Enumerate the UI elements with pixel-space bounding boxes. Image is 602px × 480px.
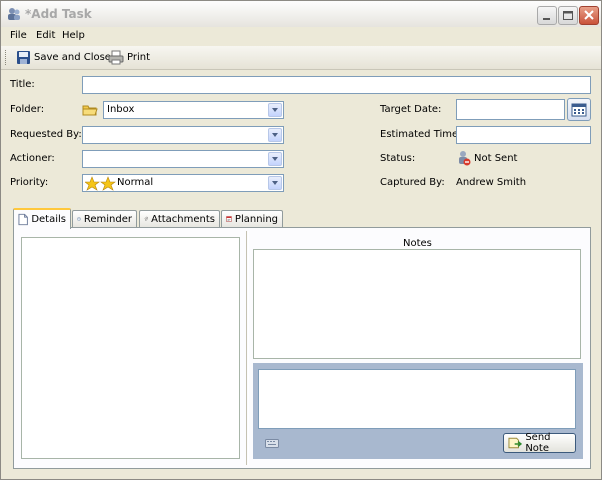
toolbar: Save and Close Print: [1, 46, 601, 70]
user-not-sent-icon: [459, 151, 471, 166]
minimize-icon: [543, 18, 550, 20]
chevron-down-icon[interactable]: [268, 176, 282, 190]
tab-planning-label: Planning: [234, 213, 278, 225]
calendar-icon: [571, 103, 587, 117]
notes-history[interactable]: [253, 249, 581, 359]
close-button[interactable]: [579, 6, 599, 25]
clock-icon: [77, 217, 81, 221]
print-button[interactable]: Print: [108, 49, 150, 66]
maximize-icon: [563, 11, 573, 20]
planner-icon: [226, 216, 232, 222]
add-task-window: *Add Task File Edit Help Save and Close …: [0, 0, 602, 480]
stars-icon: [85, 176, 116, 191]
requested-by-label: Requested By:: [10, 129, 82, 140]
target-date-label: Target Date:: [380, 104, 442, 115]
tab-attachments-label: Attachments: [151, 213, 215, 225]
printer-icon: [108, 50, 124, 65]
chevron-down-icon[interactable]: [268, 152, 282, 166]
tab-planning[interactable]: Planning: [221, 210, 283, 227]
chevron-down-icon[interactable]: [268, 128, 282, 142]
folder-select[interactable]: Inbox: [103, 101, 284, 119]
paperclip-icon: [144, 216, 149, 221]
tab-reminder[interactable]: Reminder: [72, 210, 137, 227]
folder-icon: [82, 105, 98, 116]
window-title: *Add Task: [25, 7, 92, 21]
close-icon: [584, 10, 594, 20]
floppy-disk-icon: [17, 51, 30, 64]
details-text-area[interactable]: [21, 237, 240, 459]
target-date-input[interactable]: [456, 99, 565, 120]
save-and-close-label: Save and Close: [34, 52, 111, 63]
toolbar-grip[interactable]: [5, 50, 9, 65]
folder-label: Folder:: [10, 104, 45, 115]
priority-select[interactable]: Normal: [82, 174, 284, 192]
menu-edit[interactable]: Edit: [36, 30, 55, 41]
tab-details-label: Details: [31, 214, 66, 225]
maximize-button[interactable]: [558, 6, 578, 25]
title-label: Title:: [10, 79, 35, 90]
print-label: Print: [127, 52, 151, 63]
title-input[interactable]: [82, 76, 591, 94]
captured-by-value: Andrew Smith: [456, 177, 527, 188]
keyboard-icon: [265, 439, 279, 448]
menu-file[interactable]: File: [10, 30, 27, 41]
document-icon: [18, 213, 28, 226]
chevron-down-icon[interactable]: [268, 103, 282, 117]
send-note-icon: [508, 437, 523, 449]
priority-value: Normal: [117, 177, 154, 188]
users-app-icon: [8, 8, 20, 20]
notes-header: Notes: [403, 238, 432, 249]
status-value: Not Sent: [474, 153, 518, 164]
priority-label: Priority:: [10, 177, 49, 188]
folder-value: Inbox: [107, 104, 135, 115]
menu-bar: File Edit Help: [1, 28, 601, 45]
tab-attachments[interactable]: Attachments: [139, 210, 220, 227]
splitter[interactable]: [246, 231, 249, 465]
send-note-button[interactable]: Send Note: [503, 432, 576, 454]
save-and-close-button[interactable]: Save and Close: [16, 49, 111, 66]
tab-details[interactable]: Details: [13, 208, 71, 229]
minimize-button[interactable]: [537, 6, 557, 25]
estimated-time-input[interactable]: [456, 126, 591, 144]
estimated-time-label: Estimated Time:: [380, 129, 462, 140]
menu-help[interactable]: Help: [62, 30, 85, 41]
title-bar[interactable]: *Add Task: [1, 1, 601, 27]
requested-by-select[interactable]: [82, 126, 284, 144]
status-label: Status:: [380, 153, 416, 164]
send-note-label: Send Note: [525, 432, 551, 454]
actioner-label: Actioner:: [10, 153, 55, 164]
note-input[interactable]: [258, 369, 576, 429]
actioner-select[interactable]: [82, 150, 284, 168]
calendar-button[interactable]: [567, 98, 591, 121]
captured-by-label: Captured By:: [380, 177, 445, 188]
tab-reminder-label: Reminder: [83, 213, 132, 225]
